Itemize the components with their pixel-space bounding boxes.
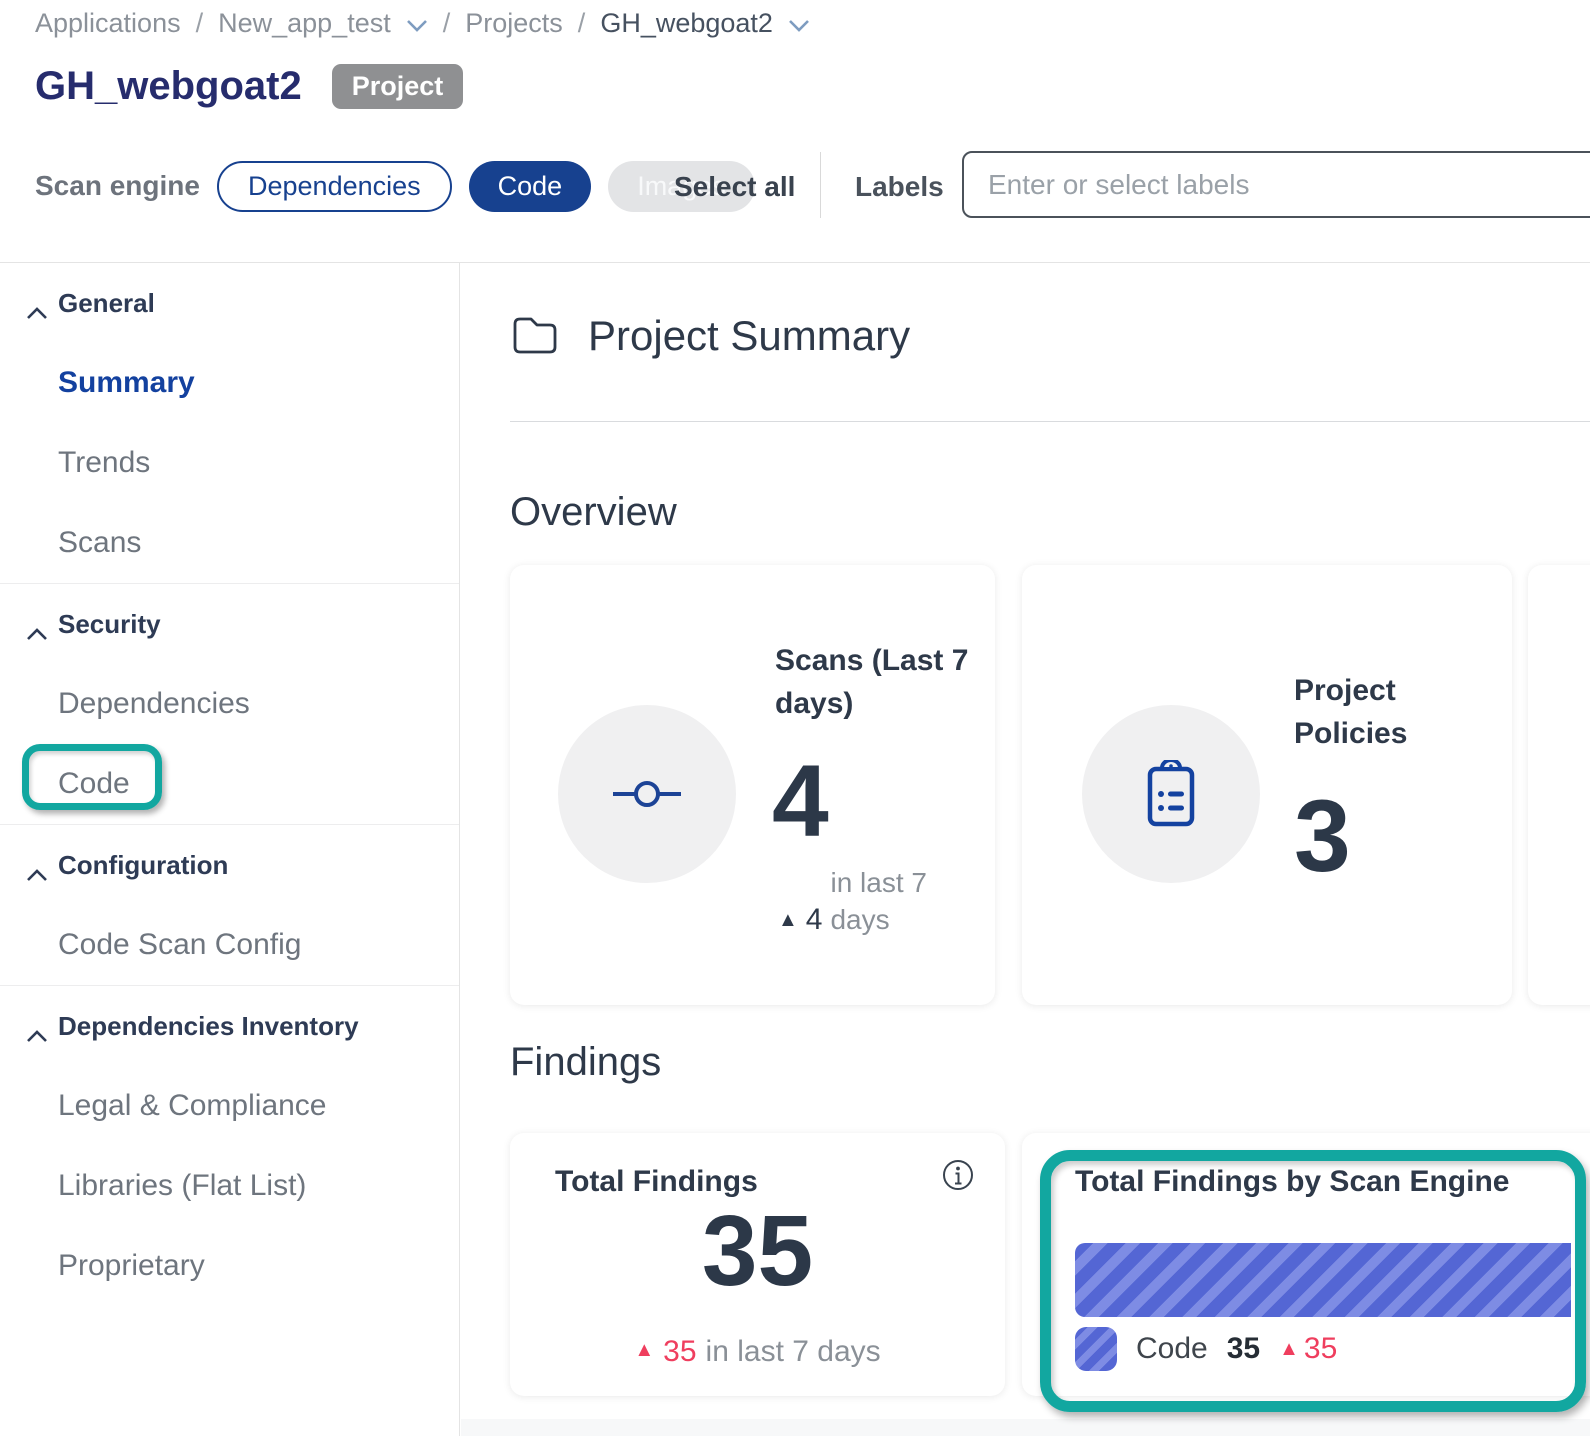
overview-heading: Overview bbox=[510, 490, 677, 535]
breadcrumb-separator: / bbox=[578, 8, 586, 39]
scans-card: Scans (Last 7 days) 4 ▲ 4 in last 7 days bbox=[510, 565, 995, 1005]
sidebar-section-title: Security bbox=[58, 609, 161, 640]
total-findings-card: Total Findings 35 ▲ 35 in last 7 days bbox=[510, 1133, 1005, 1396]
breadcrumb-separator: / bbox=[196, 8, 204, 39]
scans-card-title: Scans (Last 7 days) bbox=[775, 640, 980, 725]
page-header: GH_webgoat2 Project bbox=[35, 64, 463, 109]
sidebar-item-legal-compliance[interactable]: Legal & Compliance bbox=[0, 1066, 459, 1146]
project-title: GH_webgoat2 bbox=[35, 64, 302, 109]
breadcrumb-projects[interactable]: Projects bbox=[465, 8, 563, 39]
scan-engine-label: Scan engine bbox=[35, 170, 200, 202]
scans-delta: ▲ 4 in last 7 days bbox=[778, 865, 955, 939]
info-circle-icon[interactable] bbox=[941, 1158, 975, 1197]
findings-heading: Findings bbox=[510, 1040, 661, 1085]
breadcrumb-separator: / bbox=[443, 8, 451, 39]
triangle-up-icon: ▲ bbox=[1279, 1339, 1299, 1359]
scans-delta-value: 4 bbox=[806, 903, 823, 937]
sidebar-item-dependencies[interactable]: Dependencies bbox=[0, 664, 459, 744]
sidebar-item-code[interactable]: Code bbox=[0, 744, 459, 824]
project-policies-card: Project Policies 3 bbox=[1022, 565, 1512, 1005]
sidebar-header-security[interactable]: Security bbox=[0, 584, 459, 664]
breadcrumb-project-name[interactable]: GH_webgoat2 bbox=[600, 8, 773, 39]
legend-delta-value: 35 bbox=[1304, 1332, 1337, 1366]
chevron-down-icon[interactable] bbox=[788, 8, 810, 39]
chevron-up-icon bbox=[26, 617, 48, 648]
sidebar-item-trends[interactable]: Trends bbox=[0, 423, 459, 503]
sidebar-item-code-scan-config[interactable]: Code Scan Config bbox=[0, 905, 459, 985]
clipboard-checklist-icon bbox=[1082, 705, 1260, 883]
page-title-row: Project Summary bbox=[512, 312, 910, 360]
breadcrumb: Applications / New_app_test / Projects /… bbox=[35, 8, 810, 39]
legend-value: 35 bbox=[1227, 1332, 1260, 1366]
sidebar: General Summary Trends Scans Security De… bbox=[0, 263, 460, 1436]
total-findings-value: 35 bbox=[510, 1201, 1005, 1301]
sidebar-section-title: Dependencies Inventory bbox=[58, 1011, 359, 1042]
bar-legend: Code 35 ▲ 35 bbox=[1075, 1327, 1337, 1371]
sidebar-header-dependencies-inventory[interactable]: Dependencies Inventory bbox=[0, 986, 459, 1066]
project-summary-page: Applications / New_app_test / Projects /… bbox=[0, 0, 1590, 1436]
breadcrumb-application-name[interactable]: New_app_test bbox=[218, 8, 391, 39]
filter-divider bbox=[820, 152, 821, 218]
scan-node-icon bbox=[558, 705, 736, 883]
chevron-up-icon bbox=[26, 858, 48, 889]
legend-delta: ▲ 35 bbox=[1279, 1332, 1337, 1366]
breadcrumb-applications[interactable]: Applications bbox=[35, 8, 181, 39]
page-title-divider bbox=[510, 421, 1590, 422]
policies-value: 3 bbox=[1294, 785, 1351, 887]
total-findings-delta-text: in last 7 days bbox=[706, 1335, 881, 1369]
total-findings-delta-value: 35 bbox=[663, 1335, 696, 1369]
legend-label: Code bbox=[1136, 1332, 1208, 1366]
scans-delta-text: in last 7 days bbox=[830, 865, 955, 939]
bottom-background-strip bbox=[461, 1419, 1590, 1436]
sidebar-section-configuration: Configuration Code Scan Config bbox=[0, 825, 459, 986]
select-all-button[interactable]: Select all bbox=[674, 171, 795, 203]
triangle-up-icon: ▲ bbox=[634, 1340, 654, 1360]
triangle-up-icon: ▲ bbox=[778, 910, 798, 930]
page-title: Project Summary bbox=[588, 312, 910, 360]
sidebar-item-proprietary[interactable]: Proprietary bbox=[0, 1226, 459, 1306]
sidebar-header-general[interactable]: General bbox=[0, 263, 459, 343]
labels-input[interactable] bbox=[962, 151, 1590, 218]
sidebar-item-scans[interactable]: Scans bbox=[0, 503, 459, 583]
sidebar-section-title: General bbox=[58, 288, 155, 319]
engine-pill-dependencies[interactable]: Dependencies bbox=[217, 161, 452, 212]
policies-card-title: Project Policies bbox=[1294, 670, 1454, 755]
sidebar-header-configuration[interactable]: Configuration bbox=[0, 825, 459, 905]
sidebar-item-summary[interactable]: Summary bbox=[0, 343, 459, 423]
code-legend-swatch bbox=[1075, 1327, 1117, 1371]
chevron-down-icon[interactable] bbox=[406, 8, 428, 39]
sidebar-section-general: General Summary Trends Scans bbox=[0, 263, 459, 584]
labels-label: Labels bbox=[855, 171, 944, 203]
code-findings-bar[interactable] bbox=[1075, 1243, 1571, 1317]
sidebar-section-title: Configuration bbox=[58, 850, 228, 881]
engine-pill-code[interactable]: Code bbox=[469, 161, 592, 212]
folder-icon bbox=[512, 313, 558, 360]
chevron-up-icon bbox=[26, 1019, 48, 1050]
scans-value: 4 bbox=[772, 750, 829, 852]
sidebar-section-security: Security Dependencies Code bbox=[0, 584, 459, 825]
project-type-badge: Project bbox=[332, 64, 464, 109]
findings-by-engine-title: Total Findings by Scan Engine bbox=[1075, 1161, 1575, 1204]
overview-card-partial bbox=[1528, 565, 1590, 1005]
chevron-up-icon bbox=[26, 296, 48, 327]
sidebar-section-dependencies-inventory: Dependencies Inventory Legal & Complianc… bbox=[0, 986, 459, 1306]
findings-by-engine-card: Total Findings by Scan Engine Code 35 ▲ … bbox=[1022, 1133, 1590, 1396]
sidebar-item-libraries-flat-list[interactable]: Libraries (Flat List) bbox=[0, 1146, 459, 1226]
total-findings-delta: ▲ 35 in last 7 days bbox=[510, 1335, 1005, 1369]
